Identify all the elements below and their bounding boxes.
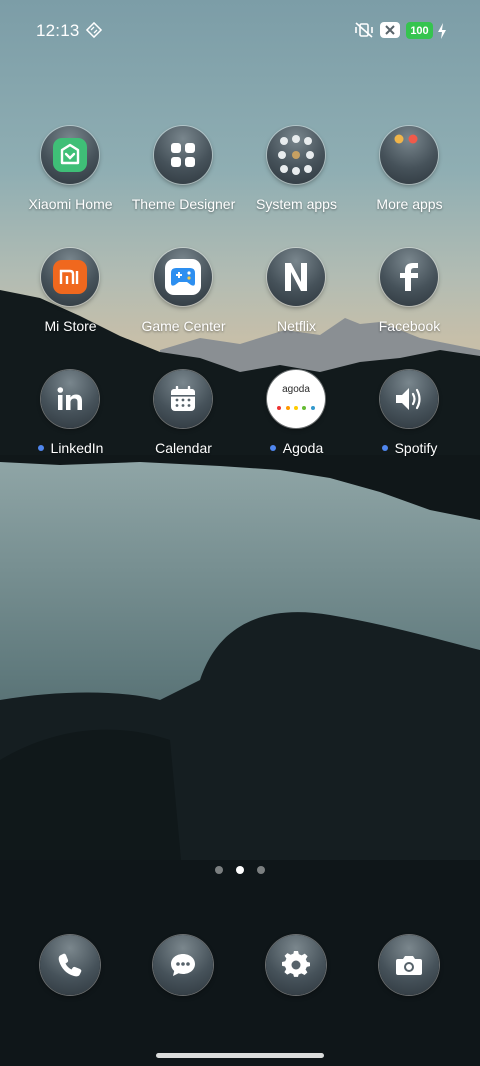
dock-settings[interactable] [266,935,326,995]
app-label: Agoda [234,440,359,457]
app-label: Theme Designer [131,196,236,212]
speaker-icon [380,370,438,428]
home-gesture-bar[interactable] [156,1053,324,1058]
battery-indicator: 100 [406,22,433,39]
agoda-logo-text: agoda [282,383,310,395]
folder-system-apps[interactable]: System apps [240,126,353,226]
new-dot [269,445,276,451]
app-label: LinkedIn [8,440,133,457]
app-theme-designer[interactable]: Theme Designer [127,126,240,226]
app-label: Calendar [155,440,212,456]
app-label: Xiaomi Home [28,196,113,212]
grid-icon [154,126,212,184]
phone-icon [58,953,82,977]
page-dot-2-active[interactable] [236,866,244,874]
folder-icon [267,126,325,184]
mi-home-icon [41,126,99,184]
dock-camera[interactable] [379,935,439,995]
app-label: System apps [256,196,337,212]
calendar-icon [154,370,212,428]
app-spotify[interactable]: Spotify [353,370,466,470]
facebook-icon [380,248,438,306]
new-dot [37,445,44,451]
app-facebook[interactable]: Facebook [353,248,466,348]
app-xiaomi-home[interactable]: Xiaomi Home [14,126,127,226]
page-dot-1[interactable] [215,866,223,874]
app-netflix[interactable]: Netflix [240,248,353,348]
app-label: Game Center [141,318,226,334]
agoda-icon: agoda [267,370,325,428]
status-time: 12:13 [36,21,80,40]
new-dot [381,445,388,451]
app-mi-store[interactable]: Mi Store [14,248,127,348]
app-label: Facebook [378,318,441,334]
nfc-icon [86,22,102,38]
mute-vibrate-icon [355,22,373,38]
dock-phone[interactable] [40,935,100,995]
charging-icon [438,23,446,39]
app-label: Spotify [347,440,472,457]
settings-icon [282,951,310,977]
battery-level: 100 [410,24,429,37]
gamepad-icon [154,248,212,306]
app-game-center[interactable]: Game Center [127,248,240,348]
app-agoda[interactable]: agoda Agoda [240,370,353,470]
app-label: Mi Store [44,318,97,334]
camera-icon [396,956,422,975]
mi-logo-icon [41,248,99,306]
linkedin-icon [41,370,99,428]
app-linkedin[interactable]: LinkedIn [14,370,127,470]
folder-more-apps[interactable]: More apps [353,126,466,226]
status-bar: 12:13 100 [0,0,480,62]
app-label: Netflix [277,318,316,334]
messages-icon [171,954,195,976]
app-label: More apps [376,196,443,212]
sim-off-icon [380,22,400,38]
page-dot-3[interactable] [257,866,265,874]
folder-icon [380,126,438,184]
app-calendar[interactable]: Calendar [127,370,240,470]
netflix-icon [267,248,325,306]
dock-messages[interactable] [153,935,213,995]
